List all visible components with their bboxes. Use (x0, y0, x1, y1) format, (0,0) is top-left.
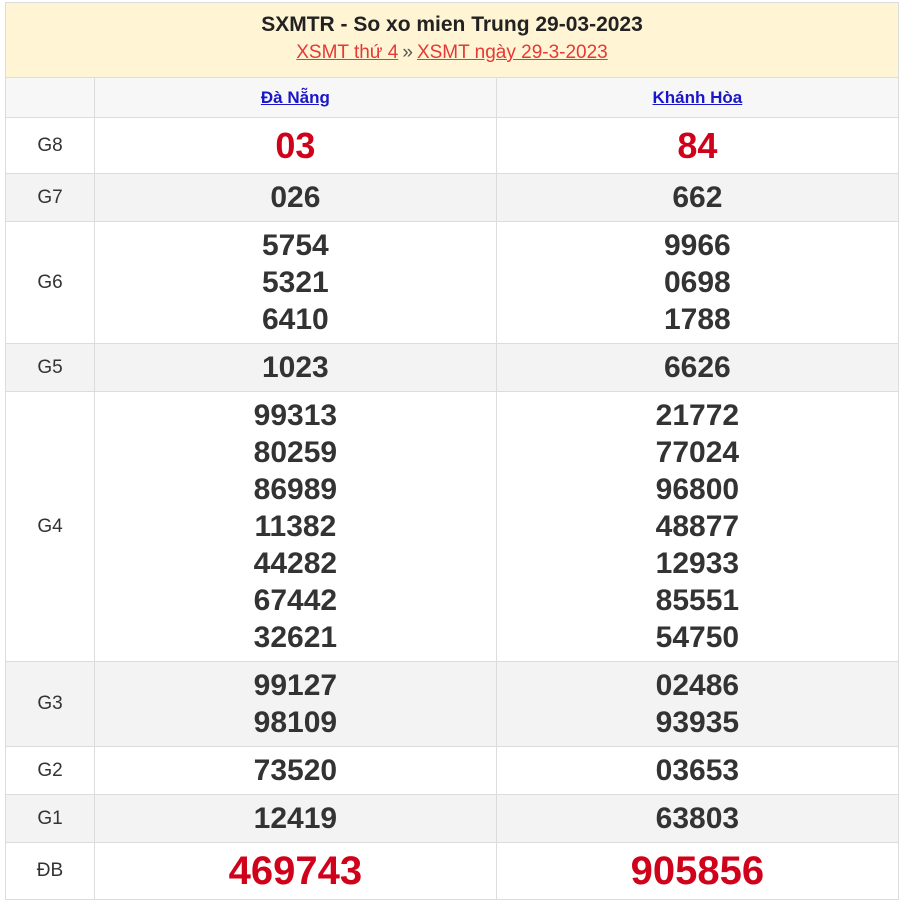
prize-label: G3 (6, 661, 95, 747)
special-prize-number: 905856 (630, 848, 765, 893)
province-cell: Khánh Hòa (495, 78, 898, 118)
prize-cell: 1023 (94, 343, 497, 392)
xsmt-weekday-link[interactable]: XSMT thứ 4 (296, 42, 398, 63)
prize-number: 85551 (655, 584, 740, 617)
prize-cell: 03 (94, 117, 497, 174)
prize-number: 662 (672, 181, 723, 214)
prize-row-g6: G6 5754 5321 6410 9966 0698 1788 (6, 221, 898, 344)
prize-cell: 905856 (495, 842, 898, 899)
prize-number: 12933 (655, 547, 740, 580)
prize-label: G7 (6, 173, 95, 222)
prize-number: 1788 (664, 303, 731, 336)
prize-number: 44282 (253, 547, 338, 580)
page-title: SXMTR - So xo mien Trung 29-03-2023 (261, 13, 643, 36)
prize-cell: 469743 (94, 842, 497, 899)
prize-number: 6410 (262, 303, 329, 336)
prize-number: 1023 (262, 351, 329, 384)
prize-cell: 73520 (94, 746, 497, 795)
prize-row-g1: G1 12419 63803 (6, 794, 898, 843)
prize-number: 12419 (253, 802, 338, 835)
prize-label: G1 (6, 794, 95, 843)
results-panel: SXMTR - So xo mien Trung 29-03-2023 XSMT… (5, 2, 899, 900)
prize-cell: 12419 (94, 794, 497, 843)
special-prize-number: 469743 (228, 848, 363, 893)
prize-cell: 6626 (495, 343, 898, 392)
prize-number: 026 (270, 181, 321, 214)
province-header-row: Đà Nẵng Khánh Hòa (6, 78, 898, 118)
prize-number: 03653 (655, 754, 740, 787)
results-header: SXMTR - So xo mien Trung 29-03-2023 XSMT… (6, 3, 898, 78)
breadcrumb-separator: » (402, 42, 413, 63)
prize-label: G6 (6, 221, 95, 344)
prize-number: 93935 (655, 706, 740, 739)
prize-number: 99313 (253, 399, 338, 432)
prize-cell: 63803 (495, 794, 898, 843)
prize-number: 98109 (253, 706, 338, 739)
prize-number: 99127 (253, 669, 338, 702)
prize-cell: 03653 (495, 746, 898, 795)
xsmt-date-link[interactable]: XSMT ngày 29-3-2023 (417, 42, 608, 63)
prize-number: 0698 (664, 266, 731, 299)
prize-number: 63803 (655, 802, 740, 835)
prize-number: 03 (275, 125, 316, 166)
prize-number: 73520 (253, 754, 338, 787)
prize-label: G4 (6, 391, 95, 662)
prize-cell: 99127 98109 (94, 661, 497, 747)
prize-number: 67442 (253, 584, 338, 617)
prize-number: 9966 (664, 229, 731, 262)
prize-cell: 99313 80259 86989 11382 44282 67442 3262… (94, 391, 497, 662)
breadcrumb: XSMT thứ 4» XSMT ngày 29-3-2023 (6, 42, 898, 64)
prize-number: 6626 (664, 351, 731, 384)
prize-number: 21772 (655, 399, 740, 432)
prize-row-g3: G3 99127 98109 02486 93935 (6, 661, 898, 747)
prize-cell: 9966 0698 1788 (495, 221, 898, 344)
results-table: Đà Nẵng Khánh Hòa G8 03 84 G7 026 662 G6… (6, 78, 898, 899)
prize-number: 5321 (262, 266, 329, 299)
prize-label: G8 (6, 117, 95, 174)
prize-number: 80259 (253, 436, 338, 469)
prize-row-g7: G7 026 662 (6, 173, 898, 222)
prize-number: 11382 (254, 510, 337, 543)
prize-cell: 21772 77024 96800 48877 12933 85551 5475… (495, 391, 898, 662)
prize-cell: 026 (94, 173, 497, 222)
prize-label: G5 (6, 343, 95, 392)
prize-number: 02486 (655, 669, 740, 702)
prize-cell: 5754 5321 6410 (94, 221, 497, 344)
prize-row-g5: G5 1023 6626 (6, 343, 898, 392)
prize-label: ĐB (6, 842, 95, 899)
prize-number: 77024 (655, 436, 740, 469)
prize-cell: 662 (495, 173, 898, 222)
prize-row-special: ĐB 469743 905856 (6, 842, 898, 899)
prize-number: 48877 (655, 510, 740, 543)
prize-cell: 02486 93935 (495, 661, 898, 747)
prize-row-g8: G8 03 84 (6, 117, 898, 174)
province-link-khanh-hoa[interactable]: Khánh Hòa (653, 88, 743, 107)
prize-number: 54750 (655, 621, 740, 654)
prize-row-g2: G2 73520 03653 (6, 746, 898, 795)
prize-label: G2 (6, 746, 95, 795)
province-cell: Đà Nẵng (94, 78, 497, 118)
empty-header-cell (6, 78, 95, 118)
province-link-da-nang[interactable]: Đà Nẵng (261, 88, 330, 107)
prize-number: 86989 (253, 473, 338, 506)
prize-number: 96800 (655, 473, 740, 506)
prize-number: 5754 (262, 229, 329, 262)
prize-number: 32621 (253, 621, 338, 654)
prize-number: 84 (677, 125, 718, 166)
prize-cell: 84 (495, 117, 898, 174)
prize-row-g4: G4 99313 80259 86989 11382 44282 67442 3… (6, 391, 898, 662)
